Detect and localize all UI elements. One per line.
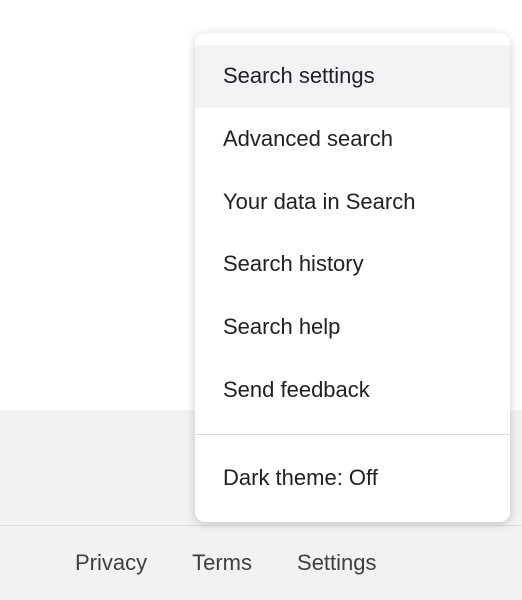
menu-item-search-help[interactable]: Search help: [195, 296, 510, 359]
terms-link[interactable]: Terms: [192, 550, 252, 576]
menu-item-advanced-search[interactable]: Advanced search: [195, 108, 510, 171]
menu-section-main: Search settings Advanced search Your dat…: [195, 33, 510, 434]
menu-item-your-data[interactable]: Your data in Search: [195, 171, 510, 234]
settings-link[interactable]: Settings: [297, 550, 377, 576]
menu-section-theme: Dark theme: Off: [195, 435, 510, 522]
menu-item-dark-theme[interactable]: Dark theme: Off: [195, 447, 510, 510]
menu-item-send-feedback[interactable]: Send feedback: [195, 359, 510, 422]
privacy-link[interactable]: Privacy: [75, 550, 147, 576]
footer-bar: Privacy Terms Settings: [0, 525, 522, 600]
menu-item-search-settings[interactable]: Search settings: [195, 45, 510, 108]
settings-menu: Search settings Advanced search Your dat…: [195, 33, 510, 522]
menu-item-search-history[interactable]: Search history: [195, 233, 510, 296]
